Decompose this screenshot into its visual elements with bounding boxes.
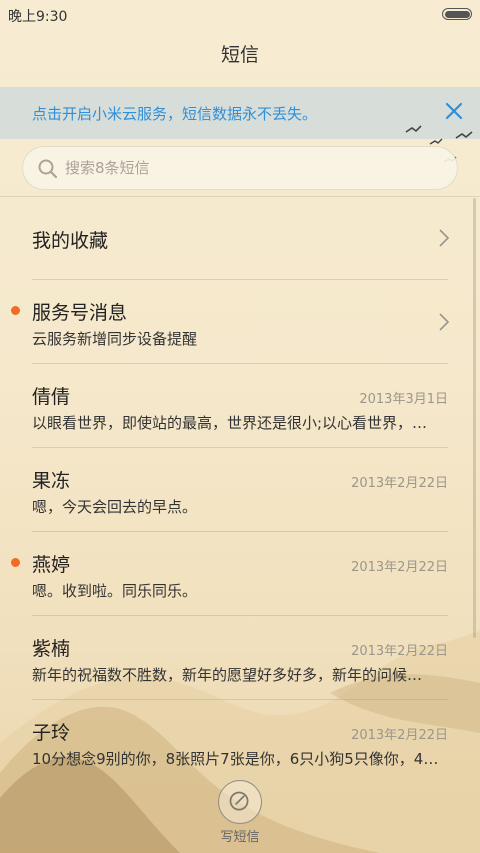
conversation-row[interactable]: 燕婷 2013年2月22日 嗯。收到啦。同乐同乐。 — [0, 532, 480, 616]
search-icon — [38, 159, 58, 179]
message-date: 2013年2月22日 — [351, 644, 448, 659]
contact-name: 子玲 — [32, 722, 71, 744]
service-messages-row[interactable]: 服务号消息 云服务新增同步设备提醒 — [0, 280, 480, 364]
conversation-row[interactable]: 倩倩 2013年3月1日 以眼看世界，即使站的最高，世界还是很小;以心看世界，… — [0, 364, 480, 448]
message-date: 2013年2月22日 — [351, 728, 448, 743]
message-preview: 以眼看世界，即使站的最高，世界还是很小;以心看世界，… — [32, 414, 428, 432]
contact-name: 紫楠 — [32, 638, 71, 660]
search-input[interactable] — [65, 147, 425, 189]
service-preview: 云服务新增同步设备提醒 — [32, 330, 198, 348]
unread-dot — [11, 306, 20, 315]
message-preview: 嗯，今天会回去的早点。 — [32, 498, 198, 516]
favorites-label: 我的收藏 — [32, 230, 109, 252]
message-date: 2013年2月22日 — [351, 560, 448, 575]
compose-icon — [229, 791, 249, 811]
message-date: 2013年2月22日 — [351, 476, 448, 491]
compose-label[interactable]: 写短信 — [0, 826, 480, 845]
status-time: 晚上9:30 — [8, 9, 68, 25]
compose-button[interactable] — [218, 780, 262, 824]
message-preview: 嗯。收到啦。同乐同乐。 — [32, 582, 198, 600]
message-preview: 新年的祝福数不胜数，新年的愿望好多好多，新年的问候… — [32, 666, 423, 684]
chevron-right-icon — [439, 313, 450, 331]
service-name: 服务号消息 — [32, 302, 128, 324]
favorites-row[interactable]: 我的收藏 — [0, 196, 480, 280]
message-preview: 10分想念9别的你，8张照片7张是你，6只小狗5只像你，4… — [32, 750, 439, 768]
scrollbar[interactable] — [473, 198, 476, 638]
contact-name: 燕婷 — [32, 554, 71, 576]
search-bar[interactable] — [22, 146, 458, 190]
conversation-row[interactable]: 果冻 2013年2月22日 嗯，今天会回去的早点。 — [0, 448, 480, 532]
conversation-row[interactable]: 紫楠 2013年2月22日 新年的祝福数不胜数，新年的愿望好多好多，新年的问候… — [0, 616, 480, 700]
message-date: 2013年3月1日 — [359, 392, 448, 407]
banner-text[interactable]: 点击开启小米云服务，短信数据永不丢失。 — [32, 103, 317, 124]
contact-name: 倩倩 — [32, 386, 71, 408]
conversation-row[interactable]: 子玲 2013年2月22日 10分想念9别的你，8张照片7张是你，6只小狗5只像… — [0, 700, 480, 784]
battery-icon — [442, 8, 472, 20]
conversation-list: 我的收藏 服务号消息 云服务新增同步设备提醒 倩倩 2013年3月1日 以眼看世… — [0, 196, 480, 784]
page-title: 短信 — [220, 44, 259, 66]
status-bar: 晚上9:30 — [0, 0, 480, 28]
unread-dot — [11, 558, 20, 567]
chevron-right-icon — [439, 229, 450, 247]
contact-name: 果冻 — [32, 470, 71, 492]
